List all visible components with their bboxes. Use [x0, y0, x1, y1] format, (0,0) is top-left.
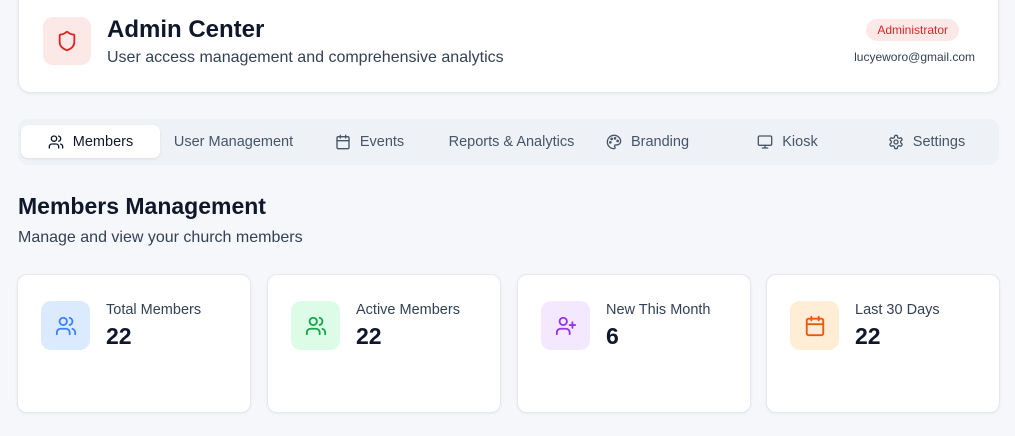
tab-bar: Members User Management Events Reports &…	[18, 119, 999, 165]
monitor-icon	[757, 134, 773, 149]
tab-user-management[interactable]: User Management	[164, 125, 303, 158]
stat-icon-box	[541, 301, 590, 350]
admin-logo	[43, 17, 91, 65]
page-title: Admin Center	[107, 16, 265, 43]
stat-card-last-30-days: Last 30 Days 22	[766, 274, 1000, 413]
admin-header-card: Admin Center User access management and …	[18, 0, 999, 93]
tab-kiosk[interactable]: Kiosk	[718, 125, 857, 158]
tab-label: Members	[72, 133, 134, 150]
tab-reports-analytics[interactable]: Reports & Analytics	[442, 125, 581, 158]
stat-icon-box	[790, 301, 839, 350]
stat-value: 22	[855, 323, 881, 349]
palette-icon	[606, 134, 622, 149]
stat-icon-box	[291, 301, 340, 350]
users-icon	[55, 316, 76, 335]
users-icon	[48, 134, 64, 149]
stat-card-active-members: Active Members 22	[267, 274, 501, 413]
section-subtitle: Manage and view your church members	[18, 229, 303, 246]
tab-label: Kiosk	[782, 133, 818, 150]
tab-events[interactable]: Events	[300, 125, 439, 158]
stat-value: 22	[106, 323, 132, 349]
tab-settings[interactable]: Settings	[857, 125, 996, 158]
stat-value: 22	[356, 323, 382, 349]
stat-card-total-members: Total Members 22	[17, 274, 251, 413]
stat-label: Last 30 Days	[855, 302, 940, 318]
stat-value: 6	[606, 323, 619, 349]
role-badge: Administrator	[866, 19, 959, 41]
stat-card-new-this-month: New This Month 6	[517, 274, 751, 413]
stat-icon-box	[41, 301, 90, 350]
calendar-icon	[805, 315, 824, 336]
tab-label: Settings	[912, 133, 966, 150]
section-title: Members Management	[18, 193, 266, 219]
user-email: lucyeworo@gmail.com	[854, 50, 975, 64]
gear-icon	[889, 134, 903, 149]
tab-label: User Management	[173, 133, 294, 150]
users-icon	[305, 316, 326, 335]
shield-icon	[58, 30, 76, 52]
tab-label: Reports & Analytics	[448, 133, 575, 150]
tab-branding[interactable]: Branding	[578, 125, 717, 158]
tab-members[interactable]: Members	[21, 125, 160, 158]
page-subtitle: User access management and comprehensive…	[107, 49, 504, 66]
user-plus-icon	[555, 316, 576, 335]
stat-label: Active Members	[356, 302, 460, 318]
calendar-icon	[336, 134, 350, 149]
stat-label: Total Members	[106, 302, 202, 318]
stat-label: New This Month	[606, 302, 711, 318]
tab-label: Events	[359, 133, 405, 150]
tab-label: Branding	[630, 133, 690, 150]
